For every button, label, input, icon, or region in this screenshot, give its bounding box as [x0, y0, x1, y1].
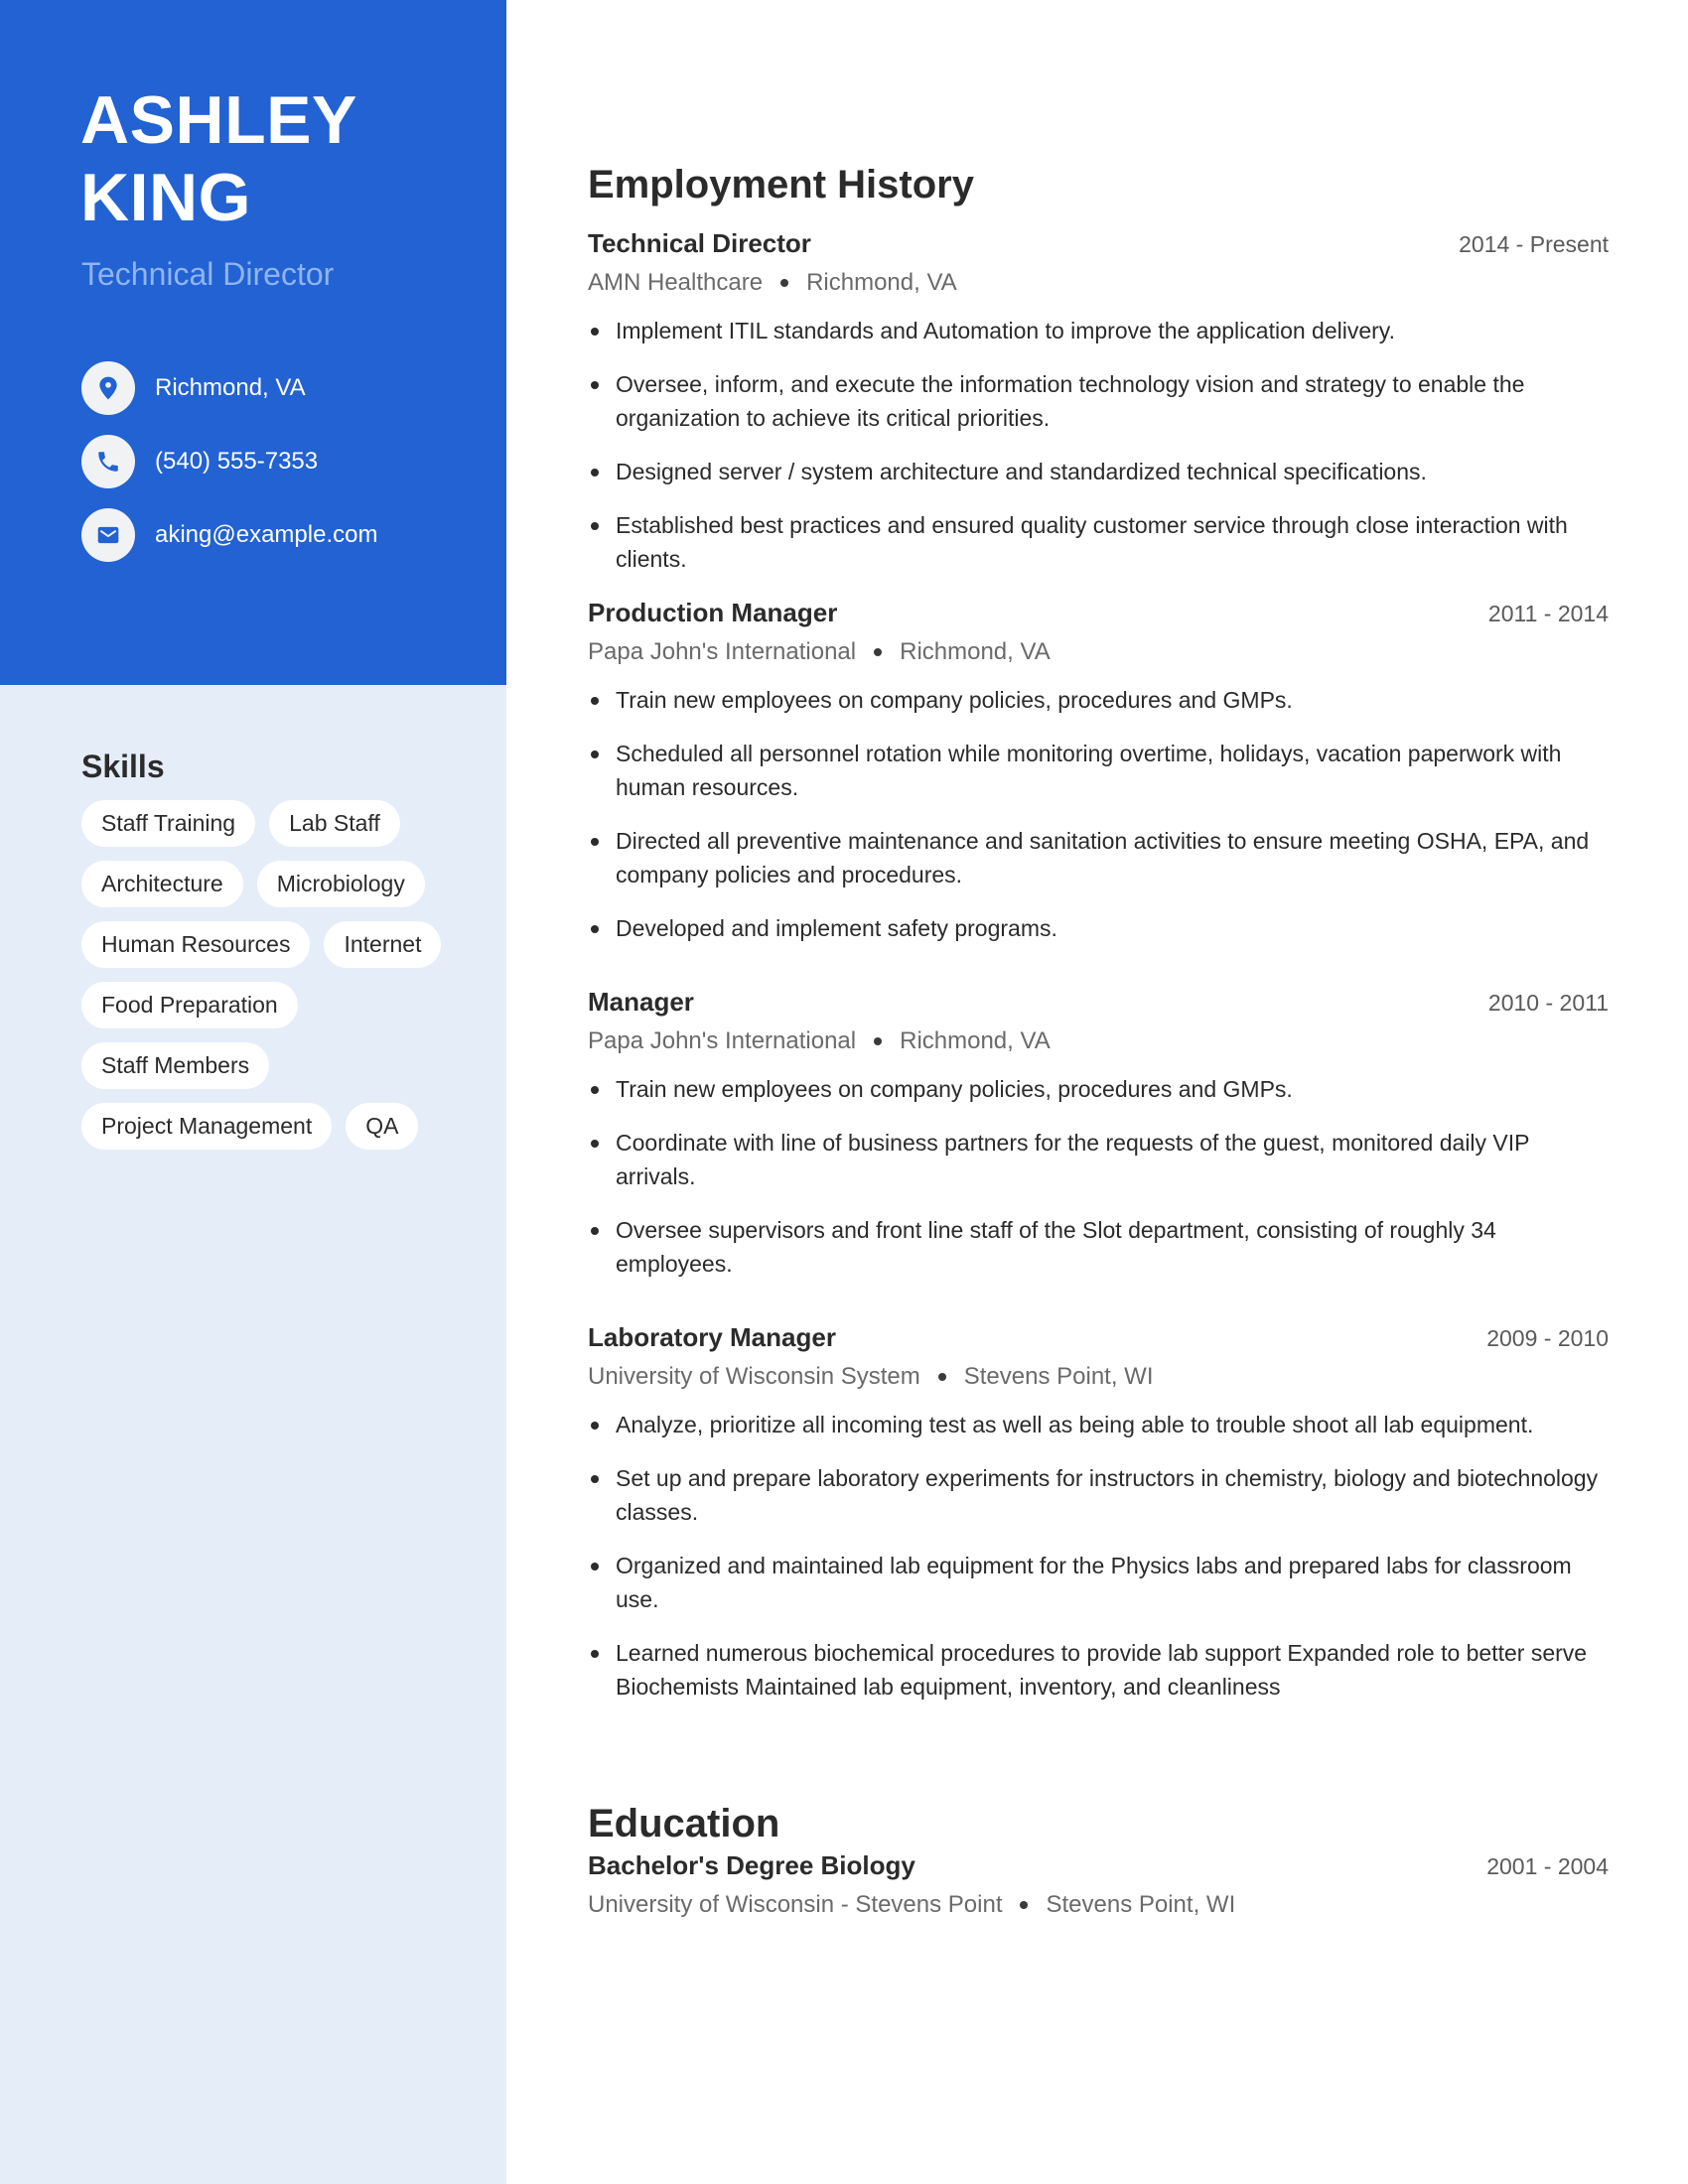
degree: Bachelor's Degree Biology: [588, 1850, 915, 1880]
education-entry: Bachelor's Degree Biology 2001 - 2004 Univ…: [588, 1848, 1609, 1922]
separator-dot: [1020, 1901, 1029, 1909]
skill-pill: Food Preparation: [81, 982, 298, 1028]
separator-dot: [874, 1037, 883, 1045]
job-header: Production Manager 2011 - 2014: [588, 596, 1609, 633]
skill-pill: Project Management: [81, 1103, 333, 1150]
education-header: Bachelor's Degree Biology 2001 - 2004: [588, 1848, 1609, 1886]
skill-pill: Staff Training: [81, 800, 256, 847]
job-bullet: Organized and maintained lab equipment f…: [588, 1549, 1609, 1616]
job-location: Richmond, VA: [900, 1027, 1051, 1054]
education-heading: Education: [588, 1802, 780, 1845]
job-bullets: Implement ITIL standards and Automation …: [588, 314, 1609, 576]
job-bullet: Developed and implement safety programs.: [588, 911, 1609, 945]
job-bullet: Established best practices and ensured q…: [588, 508, 1609, 576]
job-title: Laboratory Manager: [588, 1322, 836, 1352]
separator-dot: [874, 648, 883, 656]
sidebar-header: ASHLEY KING Technical Director Richmond,…: [0, 0, 506, 685]
skill-pill: Lab Staff: [269, 800, 400, 847]
job-location: Stevens Point, WI: [963, 1363, 1154, 1390]
education-dates: 2001 - 2004: [1486, 1853, 1609, 1879]
location-pin-icon: [81, 361, 135, 415]
job-entry: Manager 2010 - 2011 Papa John's Internatio…: [588, 985, 1609, 1300]
school: University of Wisconsin - Stevens Point: [588, 1891, 1003, 1918]
skill-pill: Microbiology: [256, 861, 425, 907]
job-entry: Technical Director 2014 - Present AMN Heal…: [588, 226, 1609, 596]
job-title: Manager: [588, 987, 694, 1017]
job-bullet: Designed server / system architecture an…: [588, 455, 1609, 488]
job-header: Technical Director 2014 - Present: [588, 226, 1609, 264]
contact-location: Richmond, VA: [81, 361, 377, 415]
job-title: Production Manager: [588, 598, 838, 627]
job-bullet: Set up and prepare laboratory experiment…: [588, 1461, 1609, 1529]
contact-phone-text[interactable]: (540) 555-7353: [155, 447, 318, 477]
job-entry: Laboratory Manager 2009 - 2010 University …: [588, 1320, 1609, 1723]
job-bullets: Train new employees on company policies,…: [588, 1072, 1609, 1281]
skill-pill: QA: [346, 1103, 419, 1150]
job-bullet: Analyze, prioritize all incoming test as…: [588, 1408, 1609, 1441]
job-dates: 2009 - 2010: [1486, 1325, 1609, 1351]
job-company: Papa John's International: [588, 638, 857, 665]
last-name: KING: [80, 160, 251, 235]
job-dates: 2014 - Present: [1459, 231, 1609, 257]
skills-list: Staff Training Lab Staff Architecture Micro…: [81, 800, 479, 1150]
first-name: ASHLEY: [80, 82, 357, 158]
skill-pill: Architecture: [81, 861, 243, 907]
job-header: Manager 2010 - 2011: [588, 985, 1609, 1023]
phone-icon: [81, 435, 135, 488]
job-bullet: Implement ITIL standards and Automation …: [588, 314, 1609, 347]
sidebar: ASHLEY KING Technical Director Richmond,…: [0, 0, 506, 2184]
job-bullet: Oversee supervisors and front line staff…: [588, 1213, 1609, 1281]
job-title: Technical Director: [588, 228, 811, 258]
candidate-name: ASHLEY KING: [80, 81, 357, 236]
job-meta: Papa John's International Richmond, VA: [588, 635, 1609, 669]
job-bullet: Train new employees on company policies,…: [588, 1072, 1609, 1106]
job-bullet: Directed all preventive maintenance and …: [588, 824, 1609, 891]
separator-dot: [780, 279, 789, 287]
job-bullet: Coordinate with line of business partner…: [588, 1126, 1609, 1193]
job-dates: 2010 - 2011: [1487, 990, 1609, 1016]
job-bullet: Train new employees on company policies,…: [588, 683, 1609, 717]
school-location: Stevens Point, WI: [1046, 1891, 1236, 1918]
job-meta: Papa John's International Richmond, VA: [588, 1024, 1609, 1058]
education-meta: University of Wisconsin - Stevens Point S…: [588, 1888, 1609, 1922]
employment-heading: Employment History: [588, 163, 974, 206]
contact-email-link[interactable]: aking@example.com: [155, 520, 377, 550]
job-location: Richmond, VA: [806, 269, 957, 296]
email-icon: [81, 508, 135, 562]
job-company: University of Wisconsin System: [588, 1363, 920, 1390]
job-header: Laboratory Manager 2009 - 2010: [588, 1320, 1609, 1358]
job-bullets: Analyze, prioritize all incoming test as…: [588, 1408, 1609, 1704]
contact-phone: (540) 555-7353: [81, 435, 377, 488]
job-bullet: Learned numerous biochemical procedures …: [588, 1636, 1609, 1704]
contact-email: aking@example.com: [81, 508, 377, 562]
skill-pill: Staff Members: [81, 1042, 270, 1089]
candidate-title: Technical Director: [81, 256, 335, 292]
contact-list: Richmond, VA (540) 555-7353 aking@exampl…: [81, 361, 377, 582]
job-dates: 2011 - 2014: [1487, 601, 1609, 626]
skills-heading: Skills: [81, 749, 165, 784]
job-company: Papa John's International: [588, 1027, 857, 1054]
skill-pill: Internet: [324, 921, 442, 968]
job-entry: Production Manager 2011 - 2014 Papa John's…: [588, 596, 1609, 965]
job-company: AMN Healthcare: [588, 269, 764, 296]
job-bullet: Oversee, inform, and execute the informa…: [588, 367, 1609, 435]
contact-location-text: Richmond, VA: [155, 374, 306, 401]
job-location: Richmond, VA: [900, 638, 1051, 665]
separator-dot: [937, 1373, 946, 1381]
job-bullet: Scheduled all personnel rotation while m…: [588, 737, 1609, 804]
job-bullets: Train new employees on company policies,…: [588, 683, 1609, 945]
job-meta: University of Wisconsin System Stevens Po…: [588, 1360, 1609, 1394]
skill-pill: Human Resources: [81, 921, 311, 968]
job-meta: AMN Healthcare Richmond, VA: [588, 266, 1609, 300]
